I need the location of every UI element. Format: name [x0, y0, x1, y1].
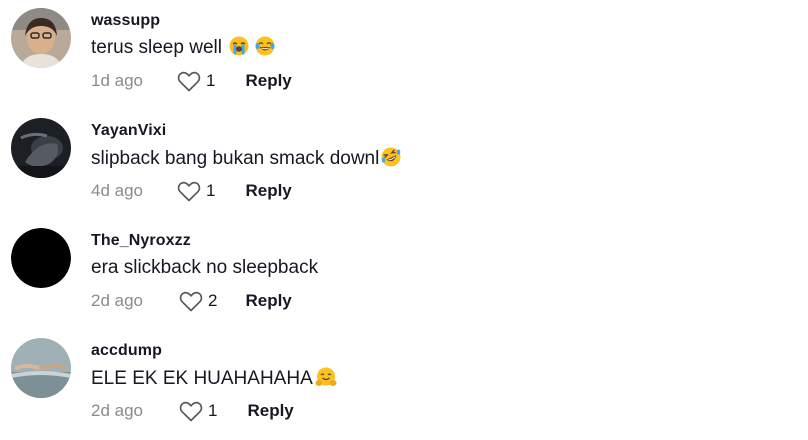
heart-icon — [179, 291, 203, 312]
avatar[interactable] — [11, 338, 71, 398]
like-count: 1 — [206, 181, 216, 200]
like-count: 1 — [208, 401, 218, 420]
comment-item: YayanVixi slipback bang bukan smack down… — [0, 110, 808, 220]
comment-username[interactable]: accdump — [91, 342, 162, 360]
comment-text: era slickback no sleepback — [91, 257, 318, 279]
heart-icon — [177, 181, 201, 202]
comment-timestamp: 2d ago — [91, 291, 143, 310]
comment-text-content: era slickback no sleepback — [91, 257, 319, 278]
comment-meta: 1d ago 1 Reply — [91, 69, 292, 93]
reply-button[interactable]: Reply — [245, 71, 291, 91]
like-count: 2 — [208, 291, 218, 310]
hugging-face-emoji — [315, 367, 337, 387]
avatar[interactable] — [11, 118, 71, 178]
heart-icon — [179, 401, 203, 422]
comment-meta: 4d ago 1 Reply — [91, 179, 292, 203]
comment-text: terus sleep well — [91, 36, 275, 59]
comment-username[interactable]: YayanVixi — [91, 122, 166, 140]
comment-timestamp: 2d ago — [91, 401, 143, 420]
comment-text-content: ELE EK EK HUAHAHAHA — [91, 368, 313, 389]
comment-username[interactable]: The_Nyroxzz — [91, 232, 191, 250]
like-button[interactable]: 1 — [177, 180, 215, 202]
like-button[interactable]: 1 — [177, 70, 215, 92]
comment-item: wassupp terus sleep well 1d ago 1 Reply — [0, 0, 808, 110]
comment-timestamp: 1d ago — [91, 71, 143, 90]
reply-button[interactable]: Reply — [245, 291, 291, 311]
rolling-on-floor-laughing-emoji — [381, 147, 401, 167]
avatar[interactable] — [11, 228, 71, 288]
reply-button[interactable]: Reply — [245, 181, 291, 201]
like-button[interactable]: 1 — [179, 400, 217, 422]
comment-item: accdump ELE EK EK HUAHAHAHA 2d ago 1 Rep… — [0, 330, 808, 440]
heart-icon — [177, 71, 201, 92]
loudly-crying-face-emoji — [229, 36, 249, 56]
comment-item: The_Nyroxzz era slickback no sleepback 2… — [0, 220, 808, 330]
comment-timestamp: 4d ago — [91, 181, 143, 200]
reply-button[interactable]: Reply — [247, 401, 293, 421]
comment-text: slipback bang bukan smack downl — [91, 147, 401, 170]
comment-text-content: terus sleep well — [91, 37, 228, 58]
face-with-tears-of-joy-emoji — [255, 36, 275, 56]
comment-text: ELE EK EK HUAHAHAHA — [91, 367, 337, 390]
comment-username[interactable]: wassupp — [91, 12, 160, 30]
like-button[interactable]: 2 — [179, 290, 217, 312]
comment-meta: 2d ago 1 Reply — [91, 399, 294, 423]
comment-meta: 2d ago 2 Reply — [91, 289, 292, 313]
avatar[interactable] — [11, 8, 71, 68]
comment-text-content: slipback bang bukan smack downl — [91, 148, 380, 169]
like-count: 1 — [206, 71, 216, 90]
